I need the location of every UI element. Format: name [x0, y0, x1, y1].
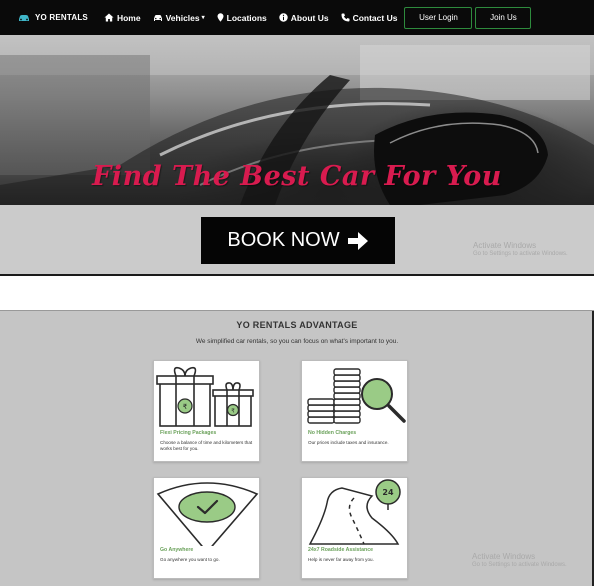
card-title: Flexi Pricing Packages: [160, 430, 217, 436]
nav-contact-label: Contact Us: [352, 12, 398, 23]
card-description: Go anywhere you want to go.: [160, 557, 220, 562]
location-pin-check-icon: [156, 482, 259, 546]
info-circle-icon: [279, 13, 288, 22]
gift-boxes-icon: ₹ ₹: [156, 366, 254, 427]
card-description: Our prices include taxes and insurance.: [308, 440, 389, 445]
book-section: BOOK NOW Activate Windows Go to Settings…: [0, 205, 594, 276]
watermark-title: Activate Windows: [472, 552, 536, 561]
nav-home-label: Home: [116, 12, 141, 23]
nav-vehicles-dropdown[interactable]: Vehicles ▾: [153, 13, 205, 23]
hero-title: Find The Best Car For You: [92, 161, 502, 192]
nav-about-label: About Us: [290, 12, 329, 23]
nav-locations-label: Locations: [226, 12, 267, 23]
advantage-section: YO RENTALS ADVANTAGE We simplified car r…: [0, 310, 594, 586]
feature-card-go-anywhere: Go Anywhere Go anywhere you want to go.: [153, 477, 260, 579]
book-now-button[interactable]: BOOK NOW: [201, 217, 395, 264]
watermark-subtitle: Go to Settings to activate Windows.: [472, 561, 567, 568]
windows-activation-watermark: Activate Windows Go to Settings to activ…: [472, 552, 567, 568]
car-icon: [153, 14, 162, 21]
user-login-button[interactable]: User Login: [404, 6, 473, 29]
phone-icon: [341, 13, 350, 22]
svg-text:24: 24: [382, 488, 394, 497]
coins-magnifier-icon: [307, 368, 406, 424]
card-description: Help is never far away from you.: [308, 557, 374, 562]
book-now-label: BOOK NOW: [227, 229, 340, 251]
feature-card-roadside-assistance: 24 24x7 Roadside Assistance Help is neve…: [301, 477, 408, 579]
watermark-subtitle: Go to Settings to activate Windows.: [473, 250, 568, 257]
join-us-button[interactable]: Join Us: [475, 6, 532, 29]
svg-text:₹: ₹: [183, 403, 188, 411]
arrow-right-icon: [347, 231, 368, 250]
brand-name: YO RENTALS: [35, 13, 88, 22]
brand-logo[interactable]: YO RENTALS: [18, 13, 88, 22]
section-subtitle: We simplified car rentals, so you can fo…: [195, 338, 399, 345]
car-icon: [19, 14, 29, 21]
navbar: YO RENTALS Home Vehicles ▾ Locations Abo…: [0, 0, 594, 35]
chevron-down-icon: ▾: [201, 15, 205, 21]
card-title: 24x7 Roadside Assistance: [308, 547, 373, 553]
nav-home[interactable]: Home: [104, 13, 141, 23]
nav-locations[interactable]: Locations: [217, 13, 267, 23]
section-title: YO RENTALS ADVANTAGE: [236, 320, 358, 330]
road-24-icon: 24: [308, 479, 401, 545]
windows-activation-watermark: Activate Windows Go to Settings to activ…: [473, 241, 568, 257]
card-title: Go Anywhere: [160, 547, 194, 553]
nav-about[interactable]: About Us: [279, 13, 329, 23]
card-title: No Hidden Charges: [308, 430, 357, 436]
card-description: Choose a balance of time and kilometers …: [160, 440, 253, 452]
map-marker-icon: [217, 13, 224, 22]
hero-banner: Find The Best Car For You: [0, 35, 594, 205]
feature-card-no-hidden-charges: No Hidden Charges Our prices include tax…: [301, 360, 408, 462]
watermark-title: Activate Windows: [473, 241, 537, 250]
home-icon: [104, 13, 114, 22]
nav-vehicles-label: Vehicles: [165, 12, 200, 23]
nav-contact[interactable]: Contact Us: [341, 12, 398, 23]
feature-card-flexi-pricing: ₹ ₹ Flexi Pricing Packages Choose a bala…: [153, 360, 260, 462]
svg-text:₹: ₹: [231, 408, 235, 415]
